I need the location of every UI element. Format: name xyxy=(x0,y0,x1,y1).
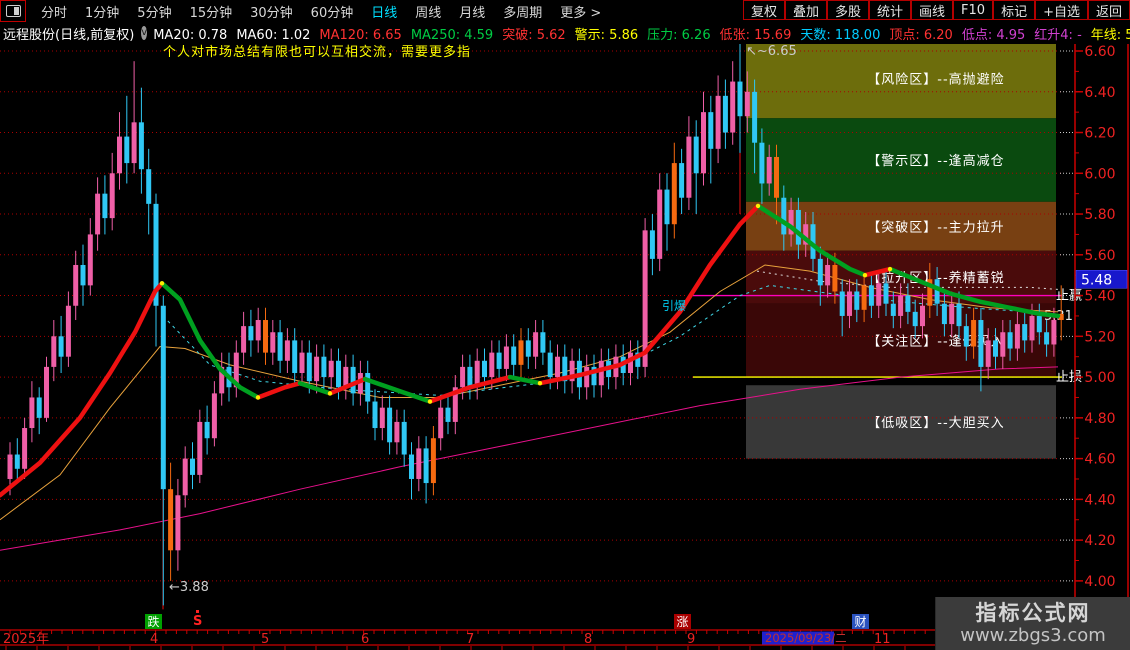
stock-title: 远程股份(日线,前复权) xyxy=(3,27,135,43)
svg-text:财: 财 xyxy=(854,615,866,629)
chevron-down-icon[interactable]: v xyxy=(141,26,148,40)
turn-dot xyxy=(887,266,893,272)
price-tick-label: 5.40 xyxy=(1084,289,1115,305)
price-tick-label: 5.00 xyxy=(1084,370,1115,386)
button-复权[interactable]: 复权 xyxy=(742,0,785,20)
indicator-天数: 天数: 118.00 xyxy=(800,27,881,43)
indicator-顶点: 顶点: 6.20 xyxy=(889,27,953,43)
svg-text:跌: 跌 xyxy=(147,614,159,629)
indicator-values: MA20: 0.78 MA60: 1.02 MA120: 6.65 MA250: 4.… xyxy=(153,24,1130,43)
svg-text:2025/09/23/二: 2025/09/23/二 xyxy=(765,631,847,645)
tab-多周期[interactable]: 多周期 xyxy=(494,2,551,21)
price-tick-label: 6.60 xyxy=(1084,44,1115,60)
month-label: 9 xyxy=(687,632,695,647)
button-+自选[interactable]: +自选 xyxy=(1035,0,1088,20)
month-label: 11 xyxy=(874,632,891,647)
month-label: 6 xyxy=(361,632,369,647)
period-tabs: 分时 1分钟 5分钟 15分钟 30分钟 60分钟 日线 周线 月线 多周期 更多 > xyxy=(32,2,610,21)
top-nav: 分时 1分钟 5分钟 15分钟 30分钟 60分钟 日线 周线 月线 多周期 更多 > 复权 叠加 多股… xyxy=(0,0,1130,22)
price-tick-label: 6.40 xyxy=(1084,85,1115,101)
button-统计[interactable]: 统计 xyxy=(869,0,912,20)
turn-dot xyxy=(327,391,333,396)
turn-dot xyxy=(537,380,543,386)
tab-60分钟[interactable]: 60分钟 xyxy=(302,2,363,21)
zone-label: 【突破区】--主力拉升 xyxy=(867,219,1004,235)
month-label: 5 xyxy=(261,632,269,647)
year-label: 2025年 xyxy=(3,632,49,647)
tab-月线[interactable]: 月线 xyxy=(450,2,494,21)
price-tick-label: 6.20 xyxy=(1084,126,1115,142)
indicator-突破: 突破: 5.62 xyxy=(502,27,566,43)
turn-dot xyxy=(255,395,261,400)
price-tick-label: 4.40 xyxy=(1084,492,1115,508)
button-多股[interactable]: 多股 xyxy=(826,0,869,20)
price-tick-label: 4.20 xyxy=(1084,533,1115,549)
turn-dot xyxy=(159,281,165,286)
strategy-zones: 【风险区】--高抛避险【警示区】--逢高减仓【突破区】--主力拉升【拉升区】--… xyxy=(746,44,1056,459)
month-label: 4 xyxy=(150,632,158,647)
zone-label: 【警示区】--逢高减仓 xyxy=(867,153,1004,169)
tab-分时[interactable]: 分时 xyxy=(32,2,76,21)
indicator-红升4: 红升4: - xyxy=(1034,27,1082,43)
turn-dot xyxy=(862,272,868,278)
tab-更多 >[interactable]: 更多 > xyxy=(551,2,610,21)
tab-30分钟[interactable]: 30分钟 xyxy=(241,2,302,21)
svg-text:涨: 涨 xyxy=(676,614,688,629)
price-tick-label: 4.00 xyxy=(1084,574,1115,590)
turn-dot xyxy=(755,203,761,209)
watermark-url: www.zbgs3.com xyxy=(960,624,1106,646)
tab-1分钟[interactable]: 1分钟 xyxy=(76,2,128,21)
zone-label: 【风险区】--高抛避险 xyxy=(867,72,1004,88)
button-F10[interactable]: F10 xyxy=(953,0,994,20)
tab-15分钟[interactable]: 15分钟 xyxy=(181,2,242,21)
ignite-signal-label: 引爆 xyxy=(662,299,686,313)
price-tick-label: 5.20 xyxy=(1084,329,1115,345)
button-叠加[interactable]: 叠加 xyxy=(784,0,827,20)
window-panel-icon[interactable] xyxy=(0,0,26,22)
watermark-title: 指标公式网 xyxy=(975,600,1091,625)
low-marker-label: ←3.88 xyxy=(169,580,209,595)
indicator-警示: 警示: 5.86 xyxy=(574,27,639,43)
stock-app-window: 分时 1分钟 5分钟 15分钟 30分钟 60分钟 日线 周线 月线 多周期 更多 > 复权 叠加 多股… xyxy=(0,0,1130,650)
price-tick-label: 5.80 xyxy=(1084,207,1115,223)
button-标记[interactable]: 标记 xyxy=(993,0,1036,20)
month-label: 7 xyxy=(466,632,474,647)
tab-5分钟[interactable]: 5分钟 xyxy=(128,2,180,21)
button-画线[interactable]: 画线 xyxy=(911,0,954,20)
indicator-低点: 低点: 4.95 xyxy=(961,27,1026,43)
indicator-压力: 压力: 6.26 xyxy=(647,27,711,43)
sell-signal-marker: S xyxy=(193,614,202,629)
price-tick-label: 4.60 xyxy=(1084,452,1115,468)
watermark: 指标公式网 www.zbgs3.com xyxy=(935,597,1130,650)
svg-text:5.48: 5.48 xyxy=(1081,272,1112,288)
button-返回[interactable]: 返回 xyxy=(1087,0,1130,20)
indicator-低张: 低张: 15.69 xyxy=(719,27,792,43)
price-tick-label: 6.00 xyxy=(1084,166,1115,182)
chart-area[interactable]: 【风险区】--高抛避险【警示区】--逢高减仓【突破区】--主力拉升【拉升区】--… xyxy=(0,44,1130,650)
month-label: 8 xyxy=(584,632,592,647)
turn-dot xyxy=(427,399,433,404)
user-note-text: 个人对市场总结有限也可以互相交流，需要更多指 xyxy=(163,45,472,60)
high-marker-label: ↖~6.65 xyxy=(746,44,797,59)
panel-icon xyxy=(5,5,21,17)
indicator-年线: 年线: 5.03 xyxy=(1090,27,1130,43)
price-tick-label: 4.80 xyxy=(1084,411,1115,427)
tab-日线[interactable]: 日线 xyxy=(362,2,406,21)
price-tick-label: 5.60 xyxy=(1084,248,1115,264)
toolbar-buttons: 复权 叠加 多股 统计 画线 F10 标记 +自选 返回 xyxy=(742,0,1130,22)
tab-周线[interactable]: 周线 xyxy=(406,2,450,21)
